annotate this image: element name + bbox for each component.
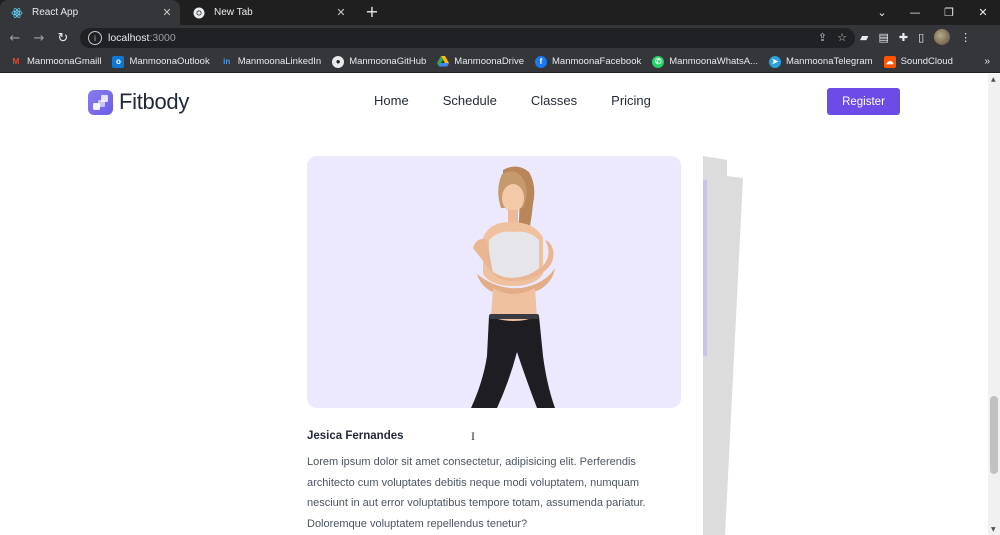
omnibox-actions: ⇪ ☆ <box>818 31 847 44</box>
bookmark-label: ManmoonaWhatsA... <box>669 56 758 67</box>
scroll-down-icon[interactable]: ▼ <box>991 526 996 533</box>
bookmark-github[interactable]: ● ManmoonaGitHub <box>332 55 427 68</box>
bookmark-label: ManmoonaTelegram <box>785 56 873 67</box>
tab-react-app[interactable]: React App ✕ <box>0 0 180 25</box>
bookmark-whatsapp[interactable]: ✆ ManmoonaWhatsA... <box>652 55 758 68</box>
register-button[interactable]: Register <box>827 88 900 115</box>
main-nav: Home Schedule Classes Pricing <box>374 93 685 108</box>
bookmark-label: ManmoonaGitHub <box>349 56 427 67</box>
bookmark-linkedin[interactable]: in ManmoonaLinkedIn <box>221 56 321 68</box>
forward-icon[interactable]: → <box>30 29 48 47</box>
bookmark-label: ManmoonaOutlook <box>129 56 210 67</box>
github-icon: ● <box>332 55 345 68</box>
close-icon[interactable]: ✕ <box>334 6 348 19</box>
tab-title: React App <box>32 7 79 18</box>
trainer-photo <box>307 156 681 408</box>
drive-icon <box>437 56 450 68</box>
menu-icon[interactable]: ⋮ <box>960 31 971 44</box>
next-card-edge <box>703 156 745 535</box>
url-port: :3000 <box>149 32 176 44</box>
bookmarks-bar: M ManmoonaGmaill o ManmoonaOutlook in Manmo… <box>0 51 1000 73</box>
bookmark-label: ManmoonaGmaill <box>27 56 102 67</box>
extension-icon[interactable]: ▰ <box>860 31 868 44</box>
tab-title: New Tab <box>214 7 253 18</box>
window-close-button[interactable]: ✕ <box>966 0 1000 25</box>
reload-icon[interactable]: ↻ <box>54 29 72 47</box>
puzzle-icon[interactable]: ✚ <box>899 31 908 44</box>
brand-name: Fitbody <box>119 89 190 114</box>
react-icon <box>10 6 24 20</box>
bookmark-label: SoundCloud <box>900 56 953 67</box>
trainer-name: Jesica Fernandes <box>307 430 404 442</box>
page-scrollbar[interactable]: ▲ ▼ <box>988 74 1000 535</box>
trainer-figure <box>471 166 555 408</box>
nav-pricing[interactable]: Pricing <box>611 93 651 108</box>
share-icon[interactable]: ⇪ <box>818 31 827 44</box>
new-tab-button[interactable]: + <box>362 2 382 21</box>
address-bar[interactable]: i localhost:3000 ⇪ ☆ <box>80 28 855 48</box>
bookmark-gmail[interactable]: M ManmoonaGmaill <box>10 56 102 68</box>
minimize-button[interactable]: — <box>898 0 932 25</box>
bookmark-label: ManmoonaDrive <box>454 56 524 67</box>
tab-new-tab[interactable]: New Tab ✕ <box>182 0 354 25</box>
nav-schedule[interactable]: Schedule <box>443 93 497 108</box>
site-logo[interactable]: Fitbody <box>88 89 189 115</box>
bookmark-soundcloud[interactable]: ☁ SoundCloud <box>883 55 953 68</box>
browser-tab-strip: React App ✕ New Tab ✕ + ⌄ — ❐ ✕ <box>0 0 1000 25</box>
site-info-icon[interactable]: i <box>88 31 102 45</box>
telegram-icon: ➤ <box>768 55 781 68</box>
chrome-icon <box>192 6 206 20</box>
nav-classes[interactable]: Classes <box>531 93 577 108</box>
whatsapp-icon: ✆ <box>652 55 665 68</box>
back-icon[interactable]: ← <box>6 29 24 47</box>
side-panel-icon[interactable]: ▯ <box>918 31 924 44</box>
url-host: localhost <box>108 32 150 44</box>
browser-toolbar: ← → ↻ i localhost:3000 ⇪ ☆ <box>0 25 1000 51</box>
trainer-bio: Lorem ipsum dolor sit amet consectetur, … <box>307 456 646 530</box>
text-cursor-icon: I <box>471 429 475 443</box>
facebook-icon: f <box>535 55 547 68</box>
bookmark-telegram[interactable]: ➤ ManmoonaTelegram <box>768 55 873 68</box>
bookmark-label: ManmoonaFacebook <box>552 56 642 67</box>
outlook-icon: o <box>112 55 125 68</box>
close-icon[interactable]: ✕ <box>160 6 174 19</box>
restore-button[interactable]: ❐ <box>932 0 966 25</box>
soundcloud-icon: ☁ <box>883 55 896 68</box>
profile-avatar[interactable] <box>934 29 951 45</box>
bookmark-drive[interactable]: ManmoonaDrive <box>437 56 524 68</box>
scroll-thumb[interactable] <box>990 396 998 474</box>
extensions-area: ▰ ▤ ✚ ▯ ⋮ <box>860 29 971 45</box>
chevron-right-icon[interactable]: » <box>984 56 990 67</box>
media-icon[interactable]: ▤ <box>878 31 888 44</box>
bookmark-outlook[interactable]: o ManmoonaOutlook <box>112 55 210 68</box>
bookmark-facebook[interactable]: f ManmoonaFacebook <box>535 55 642 68</box>
gmail-icon: M <box>12 57 20 66</box>
bookmark-label: ManmoonaLinkedIn <box>237 56 322 67</box>
nav-home[interactable]: Home <box>374 93 409 108</box>
logo-icon <box>88 89 113 115</box>
linkedin-icon: in <box>223 57 231 66</box>
scroll-up-icon[interactable]: ▲ <box>991 76 996 83</box>
page-viewport: Fitbody Home Schedule Classes Pricing Re… <box>0 74 988 535</box>
tab-search-icon[interactable]: ⌄ <box>865 0 899 25</box>
bookmark-star-icon[interactable]: ☆ <box>837 31 847 44</box>
